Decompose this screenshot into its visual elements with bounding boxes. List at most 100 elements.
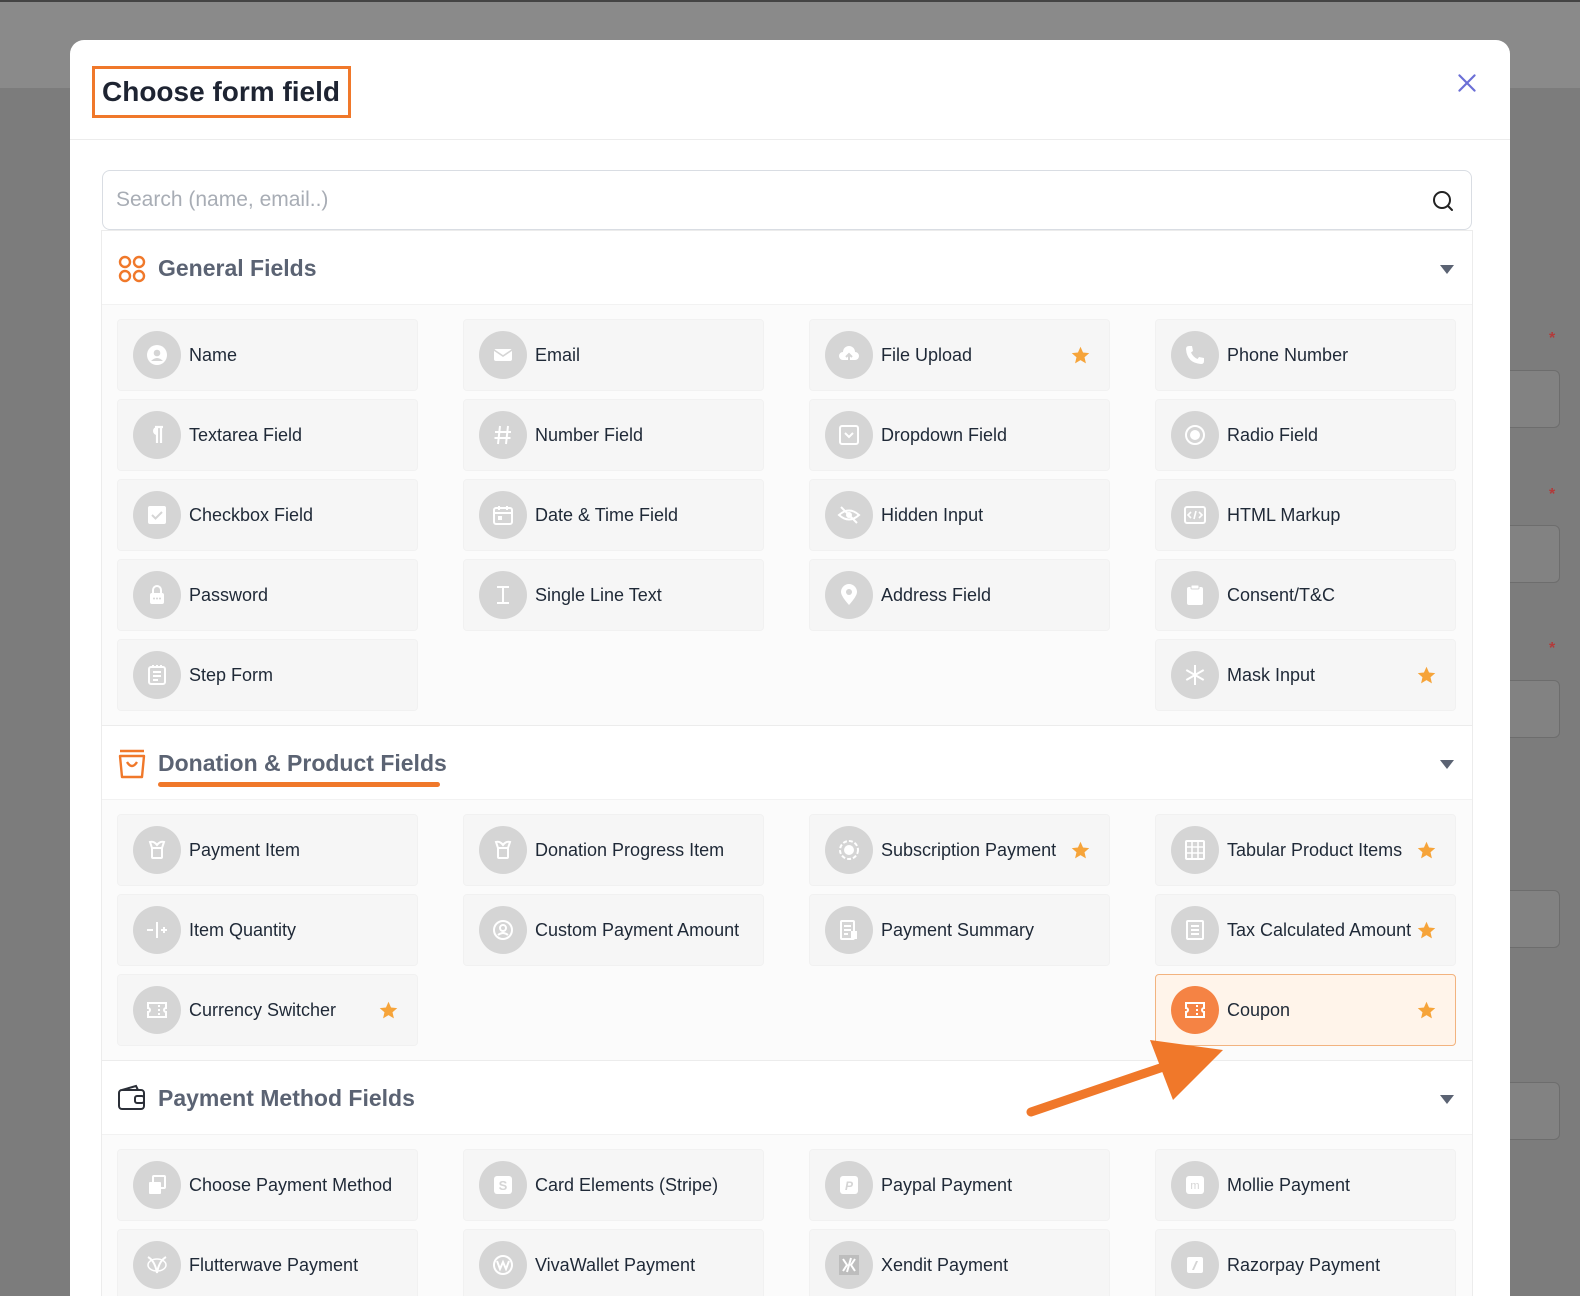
search-input[interactable]	[103, 171, 1471, 229]
field-label: Custom Payment Amount	[535, 919, 740, 940]
mail-icon	[493, 349, 513, 361]
empty-cell	[809, 639, 1110, 711]
field-label: Coupon	[1227, 999, 1291, 1020]
asterisk-icon	[1185, 665, 1205, 685]
field-label: Email	[535, 344, 581, 365]
field-item[interactable]: Tax Calculated Amount	[1155, 894, 1456, 966]
svg-text:S: S	[499, 1178, 508, 1193]
field-item[interactable]: Date & Time Field	[463, 479, 764, 551]
field-label: Single Line Text	[535, 584, 662, 605]
field-item[interactable]: Single Line Text	[463, 559, 764, 631]
field-item[interactable]: Step Form	[117, 639, 418, 711]
code-icon	[1184, 506, 1206, 524]
svg-text:P: P	[845, 1179, 854, 1193]
field-label: VivaWallet Payment	[535, 1254, 696, 1275]
field-label: Choose Payment Method	[189, 1174, 393, 1195]
field-icon-wrap: S	[479, 1161, 527, 1209]
field-grid: Payment Item Donation Progress Item Subscr…	[102, 800, 1472, 1060]
field-item[interactable]: Address Field	[809, 559, 1110, 631]
background-required-mark: *	[1549, 486, 1556, 503]
section-header[interactable]: General Fields	[102, 230, 1472, 305]
field-item[interactable]: Password	[117, 559, 418, 631]
field-icon-wrap	[825, 906, 873, 954]
field-label: Paypal Payment	[881, 1174, 1013, 1195]
field-icon-wrap	[1171, 1241, 1219, 1289]
field-item[interactable]: Currency Switcher	[117, 974, 418, 1046]
field-item[interactable]: Xendit Payment	[809, 1229, 1110, 1296]
field-item[interactable]: VivaWallet Payment	[463, 1229, 764, 1296]
field-item[interactable]: HTML Markup	[1155, 479, 1456, 551]
field-label: Subscription Payment	[881, 839, 1057, 860]
field-item[interactable]: Coupon	[1155, 974, 1456, 1046]
field-item[interactable]: Number Field	[463, 399, 764, 471]
chevron-down-icon[interactable]	[1440, 1095, 1454, 1104]
hash-icon	[494, 425, 511, 445]
star-icon	[1417, 841, 1436, 859]
field-label: Payment Item	[189, 839, 301, 860]
eye-off-icon	[837, 506, 861, 524]
chevron-down-icon[interactable]	[1440, 760, 1454, 769]
field-label: Checkbox Field	[189, 504, 314, 525]
field-item[interactable]: Tabular Product Items	[1155, 814, 1456, 886]
field-icon-wrap	[825, 571, 873, 619]
text-cursor-icon	[497, 586, 509, 604]
field-item[interactable]: Flutterwave Payment	[117, 1229, 418, 1296]
payment-method-icon	[149, 1175, 166, 1194]
field-label: Mask Input	[1227, 664, 1316, 685]
field-item[interactable]: S Card Elements (Stripe)	[463, 1149, 764, 1221]
field-item[interactable]: Subscription Payment	[809, 814, 1110, 886]
field-item[interactable]: Razorpay Payment	[1155, 1229, 1456, 1296]
shopping-bag-icon	[118, 749, 146, 779]
field-icon-wrap	[479, 1241, 527, 1289]
field-item[interactable]: Email	[463, 319, 764, 391]
field-item[interactable]: File Upload	[809, 319, 1110, 391]
field-label: Donation Progress Item	[535, 839, 725, 860]
field-label: Step Form	[189, 664, 274, 685]
close-icon[interactable]	[1454, 70, 1480, 96]
field-label: Password	[189, 584, 269, 605]
field-item[interactable]: Item Quantity	[117, 894, 418, 966]
paragraph-icon	[153, 425, 163, 443]
tag-icon	[494, 840, 512, 859]
field-item[interactable]: Hidden Input	[809, 479, 1110, 551]
paypal-icon: P	[840, 1176, 858, 1194]
cloud-upload-icon	[839, 346, 859, 363]
field-label: Textarea Field	[189, 424, 303, 445]
field-item[interactable]: Donation Progress Item	[463, 814, 764, 886]
field-item[interactable]: Custom Payment Amount	[463, 894, 764, 966]
field-label: Razorpay Payment	[1227, 1254, 1381, 1275]
field-icon-wrap	[1171, 331, 1219, 379]
section-header[interactable]: Payment Method Fields	[102, 1060, 1472, 1135]
field-icon-wrap	[479, 906, 527, 954]
field-label: Xendit Payment	[881, 1254, 1009, 1275]
field-item[interactable]: Name	[117, 319, 418, 391]
field-icon-wrap	[479, 411, 527, 459]
field-label: Payment Summary	[881, 919, 1035, 940]
field-icon-wrap	[825, 491, 873, 539]
field-item[interactable]: Radio Field	[1155, 399, 1456, 471]
field-label: Tabular Product Items	[1227, 839, 1403, 860]
field-item[interactable]: Payment Summary	[809, 894, 1110, 966]
field-item[interactable]: Dropdown Field	[809, 399, 1110, 471]
field-item[interactable]: Choose Payment Method	[117, 1149, 418, 1221]
field-item[interactable]: Payment Item	[117, 814, 418, 886]
field-item[interactable]: Checkbox Field	[117, 479, 418, 551]
field-item[interactable]: Mask Input	[1155, 639, 1456, 711]
section-header[interactable]: Donation & Product Fields	[102, 725, 1472, 800]
field-label: HTML Markup	[1227, 504, 1341, 525]
field-item[interactable]: m Mollie Payment	[1155, 1149, 1456, 1221]
grid-icon	[118, 255, 146, 283]
tag-icon	[148, 840, 166, 859]
search-icon[interactable]	[1431, 189, 1455, 213]
field-item[interactable]: P Paypal Payment	[809, 1149, 1110, 1221]
field-label: Consent/T&C	[1227, 584, 1336, 605]
chevron-down-icon[interactable]	[1440, 265, 1454, 274]
field-item[interactable]: Textarea Field	[117, 399, 418, 471]
field-item[interactable]: Consent/T&C	[1155, 559, 1456, 631]
field-icon-wrap	[133, 331, 181, 379]
field-icon-wrap	[825, 1241, 873, 1289]
field-item[interactable]: Phone Number	[1155, 319, 1456, 391]
field-icon-wrap	[133, 411, 181, 459]
field-label: Name	[189, 344, 238, 365]
subscription-icon	[839, 840, 859, 860]
